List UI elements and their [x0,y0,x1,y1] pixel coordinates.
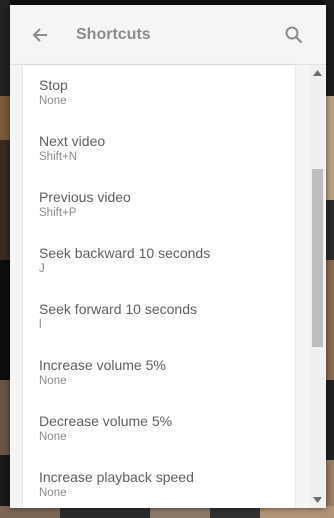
shortcut-item-increase-volume[interactable]: Increase volume 5% None [23,345,295,401]
vertical-scrollbar[interactable] [310,65,325,508]
shortcut-label: Increase volume 5% [39,357,166,373]
shortcut-key: None [39,431,67,443]
shortcut-key: None [39,375,67,387]
shortcut-item-stop[interactable]: Stop None [23,65,295,121]
shortcut-label: Previous video [39,189,131,205]
shortcut-key: Shift+N [39,151,78,163]
shortcut-key: l [39,319,42,331]
shortcut-key: J [39,263,45,275]
shortcut-item-seek-forward[interactable]: Seek forward 10 seconds l [23,289,295,345]
background-thumbnail-left [0,0,10,518]
search-icon [285,26,303,43]
arrow-left-icon [32,27,47,42]
shortcut-key: Shift+P [39,207,77,219]
shortcut-label: Decrease volume 5% [39,413,173,429]
shortcuts-popup: Shortcuts Stop None Next video Shift+N P… [10,5,326,508]
shortcut-label: Seek backward 10 seconds [39,245,211,261]
page-title: Shortcuts [76,25,151,43]
shortcuts-list: Stop None Next video Shift+N Previous vi… [23,65,295,508]
shortcut-key: None [39,95,67,107]
shortcuts-list-container[interactable]: Stop None Next video Shift+N Previous vi… [23,65,295,508]
scroll-down-arrow-icon[interactable] [310,494,325,506]
shortcut-item-previous-video[interactable]: Previous video Shift+P [23,177,295,233]
shortcut-item-seek-backward[interactable]: Seek backward 10 seconds J [23,233,295,289]
shortcut-item-increase-playback-speed[interactable]: Increase playback speed None [23,457,295,508]
back-button[interactable] [28,23,52,47]
popup-header: Shortcuts [10,5,326,65]
scroll-up-arrow-icon[interactable] [310,67,325,79]
shortcut-label: Next video [39,133,106,149]
search-button[interactable] [282,23,306,47]
shortcut-label: Stop [39,77,68,93]
shortcut-key: None [39,487,67,499]
scrollbar-thumb[interactable] [312,169,323,347]
shortcut-item-decrease-volume[interactable]: Decrease volume 5% None [23,401,295,457]
shortcut-item-next-video[interactable]: Next video Shift+N [23,121,295,177]
shortcut-label: Increase playback speed [39,469,194,485]
shortcut-label: Seek forward 10 seconds [39,301,197,317]
